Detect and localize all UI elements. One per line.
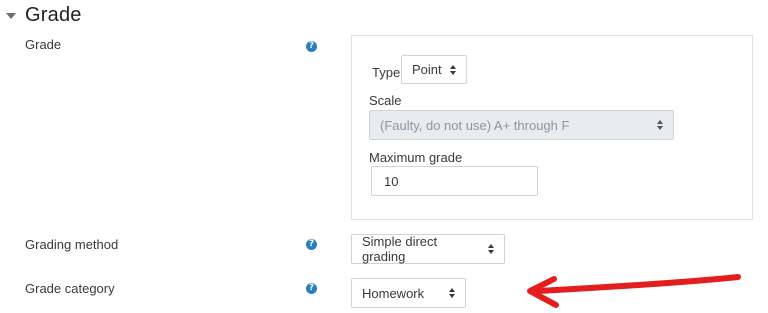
scale-select: (Faulty, do not use) A+ through F: [369, 110, 674, 140]
scale-select-value: (Faulty, do not use) A+ through F: [380, 117, 570, 133]
help-icon[interactable]: [306, 239, 317, 250]
grading-method-value: Simple direct grading: [362, 234, 438, 264]
type-select-value: Point: [412, 62, 442, 77]
scale-label: Scale: [369, 93, 402, 108]
max-grade-value: 10: [384, 173, 399, 189]
help-icon[interactable]: [306, 283, 317, 294]
help-icon[interactable]: [306, 41, 317, 52]
max-grade-label: Maximum grade: [369, 150, 463, 165]
chevron-updown-icon: [657, 120, 663, 130]
grade-label: Grade: [25, 37, 62, 52]
grade-category-select[interactable]: Homework: [351, 278, 466, 308]
type-label: Type: [372, 65, 401, 80]
section-header-grade[interactable]: Grade: [6, 2, 82, 28]
type-select[interactable]: Point: [401, 55, 467, 84]
section-title: Grade: [25, 3, 82, 26]
grade-category-value: Homework: [362, 285, 425, 301]
chevron-updown-icon: [488, 244, 494, 254]
red-arrow-annotation: [527, 274, 741, 308]
collapse-caret-icon[interactable]: [6, 12, 16, 19]
chevron-updown-icon: [450, 65, 456, 75]
grading-method-label: Grading method: [25, 237, 119, 252]
grading-method-select[interactable]: Simple direct grading: [351, 234, 505, 264]
max-grade-input[interactable]: 10: [371, 166, 538, 196]
chevron-updown-icon: [449, 288, 455, 298]
grade-category-label: Grade category: [25, 281, 115, 296]
